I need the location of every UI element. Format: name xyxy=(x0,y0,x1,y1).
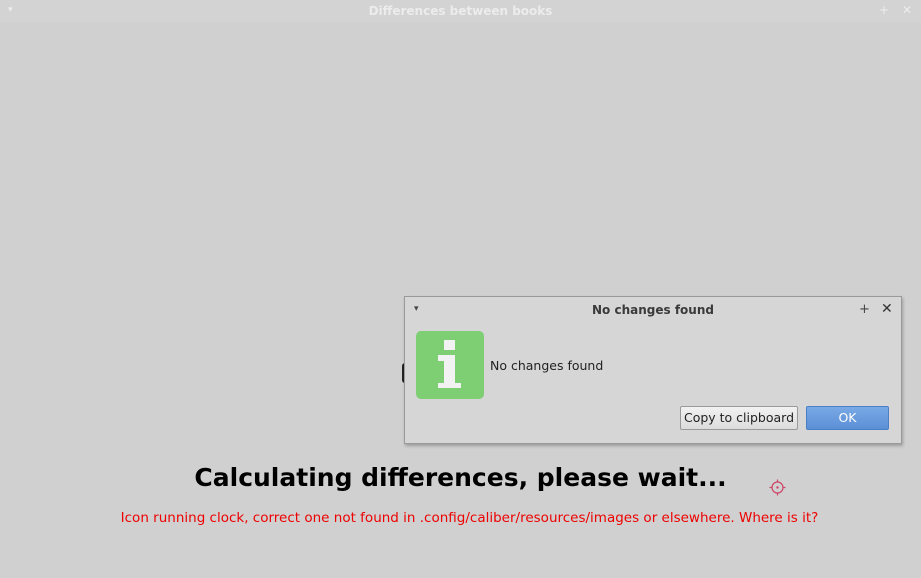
copy-to-clipboard-button[interactable]: Copy to clipboard xyxy=(680,406,798,430)
clock-icon xyxy=(769,479,786,496)
dialog-pin-icon[interactable]: + xyxy=(859,302,870,317)
info-icon xyxy=(416,331,484,399)
dialog-close-icon[interactable]: ✕ xyxy=(881,301,893,317)
ok-button[interactable]: OK xyxy=(806,406,889,430)
dialog-message: No changes found xyxy=(490,358,604,373)
main-window-titlebar: ▾ Differences between books + ✕ xyxy=(0,0,921,22)
info-glyph xyxy=(438,340,461,388)
dialog-title: No changes found xyxy=(592,303,714,317)
pin-icon[interactable]: + xyxy=(879,4,889,16)
missing-icon-error: Icon running clock, correct one not foun… xyxy=(120,510,819,526)
main-window-title: Differences between books xyxy=(368,4,553,18)
no-changes-dialog: ▾ No changes found + ✕ No changes found … xyxy=(404,296,902,444)
close-icon[interactable]: ✕ xyxy=(902,4,912,16)
dialog-titlebar: ▾ No changes found + ✕ xyxy=(405,297,901,321)
